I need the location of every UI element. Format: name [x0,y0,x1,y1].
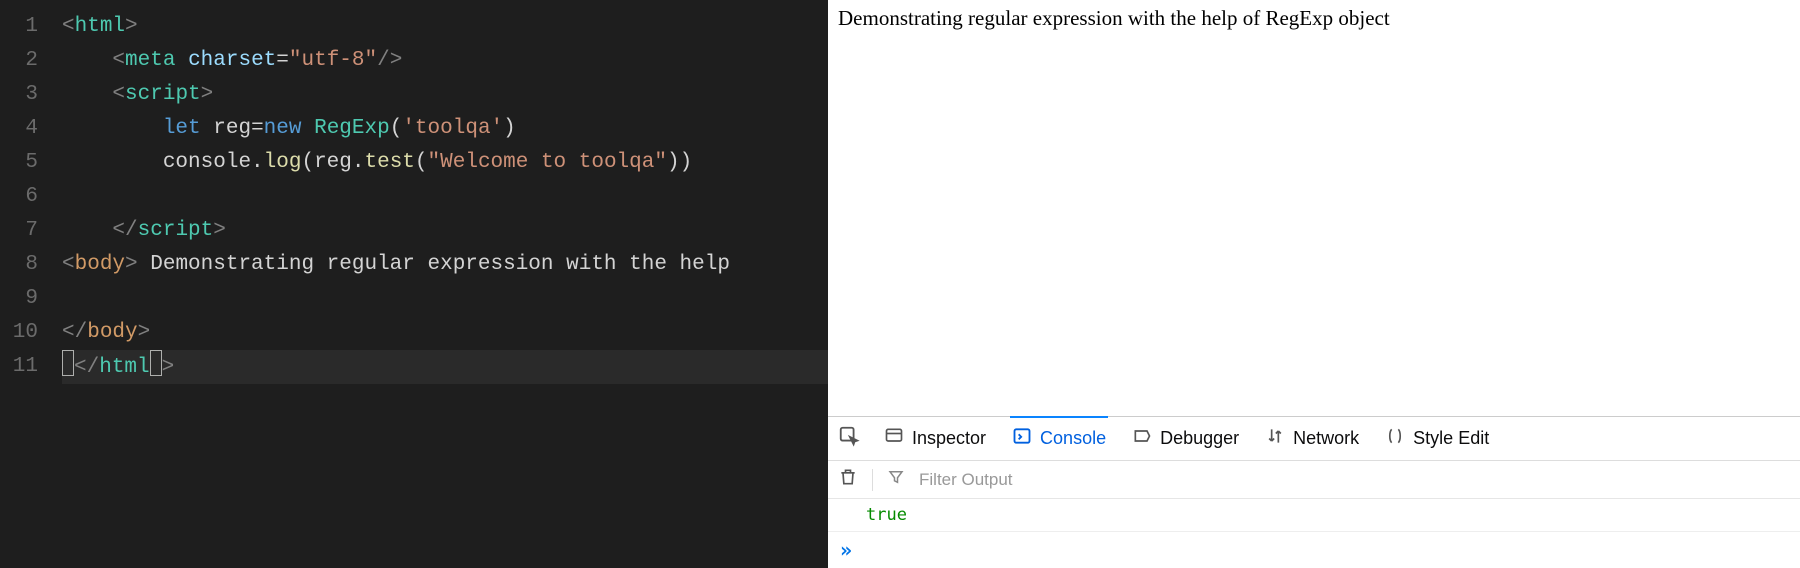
console-output-line: true [828,499,1800,532]
line-number: 3 [0,78,38,112]
console-icon [1012,426,1032,451]
tab-label: Debugger [1160,428,1239,449]
devtools: Inspector Console Debugger [828,416,1800,568]
code-editor[interactable]: 1234567891011 <html> <meta charset="utf-… [0,0,828,568]
trash-icon[interactable] [838,467,858,492]
tab-label: Inspector [912,428,986,449]
pick-element-icon[interactable] [838,425,860,452]
line-number: 1 [0,10,38,44]
network-icon [1265,426,1285,451]
tab-console[interactable]: Console [1010,416,1108,459]
code-line[interactable]: <script> [62,78,828,112]
code-line[interactable]: </html> [62,350,828,384]
gutter: 1234567891011 [0,0,52,568]
code-line[interactable]: </body> [62,316,828,350]
code-line[interactable]: let reg=new RegExp('toolqa') [62,112,828,146]
code-line[interactable]: </script> [62,214,828,248]
code-area[interactable]: <html> <meta charset="utf-8"/> <script> … [52,0,828,568]
line-number: 4 [0,112,38,146]
line-number: 8 [0,248,38,282]
code-line[interactable]: <body> Demonstrating regular expression … [62,248,828,282]
tab-style-editor[interactable]: Style Edit [1383,417,1491,460]
console-prompt[interactable]: » [828,532,1800,568]
separator [872,469,873,491]
line-number: 10 [0,316,38,350]
line-number: 6 [0,180,38,214]
debugger-icon [1132,426,1152,451]
line-number: 2 [0,44,38,78]
line-number: 5 [0,146,38,180]
code-line[interactable]: <meta charset="utf-8"/> [62,44,828,78]
code-line[interactable] [62,282,828,316]
devtools-filterbar [828,461,1800,499]
filter-output-input[interactable] [919,470,1800,490]
tab-label: Network [1293,428,1359,449]
tab-label: Style Edit [1413,428,1489,449]
devtools-tabbar: Inspector Console Debugger [828,417,1800,461]
tab-network[interactable]: Network [1263,417,1361,460]
line-number: 7 [0,214,38,248]
page-content: Demonstrating regular expression with th… [828,0,1800,416]
prompt-chevron-icon: » [840,538,852,562]
line-number: 9 [0,282,38,316]
funnel-icon [887,468,905,491]
tab-inspector[interactable]: Inspector [882,417,988,460]
style-editor-icon [1385,426,1405,451]
browser-pane: Demonstrating regular expression with th… [828,0,1800,568]
console-output-value: true [866,505,907,525]
inspector-icon [884,426,904,451]
code-line[interactable]: console.log(reg.test("Welcome to toolqa"… [62,146,828,180]
tab-label: Console [1040,428,1106,449]
page-body-text: Demonstrating regular expression with th… [838,6,1390,30]
tab-debugger[interactable]: Debugger [1130,417,1241,460]
line-number: 11 [0,350,38,384]
code-line[interactable] [62,180,828,214]
code-line[interactable]: <html> [62,10,828,44]
app-root: 1234567891011 <html> <meta charset="utf-… [0,0,1800,568]
